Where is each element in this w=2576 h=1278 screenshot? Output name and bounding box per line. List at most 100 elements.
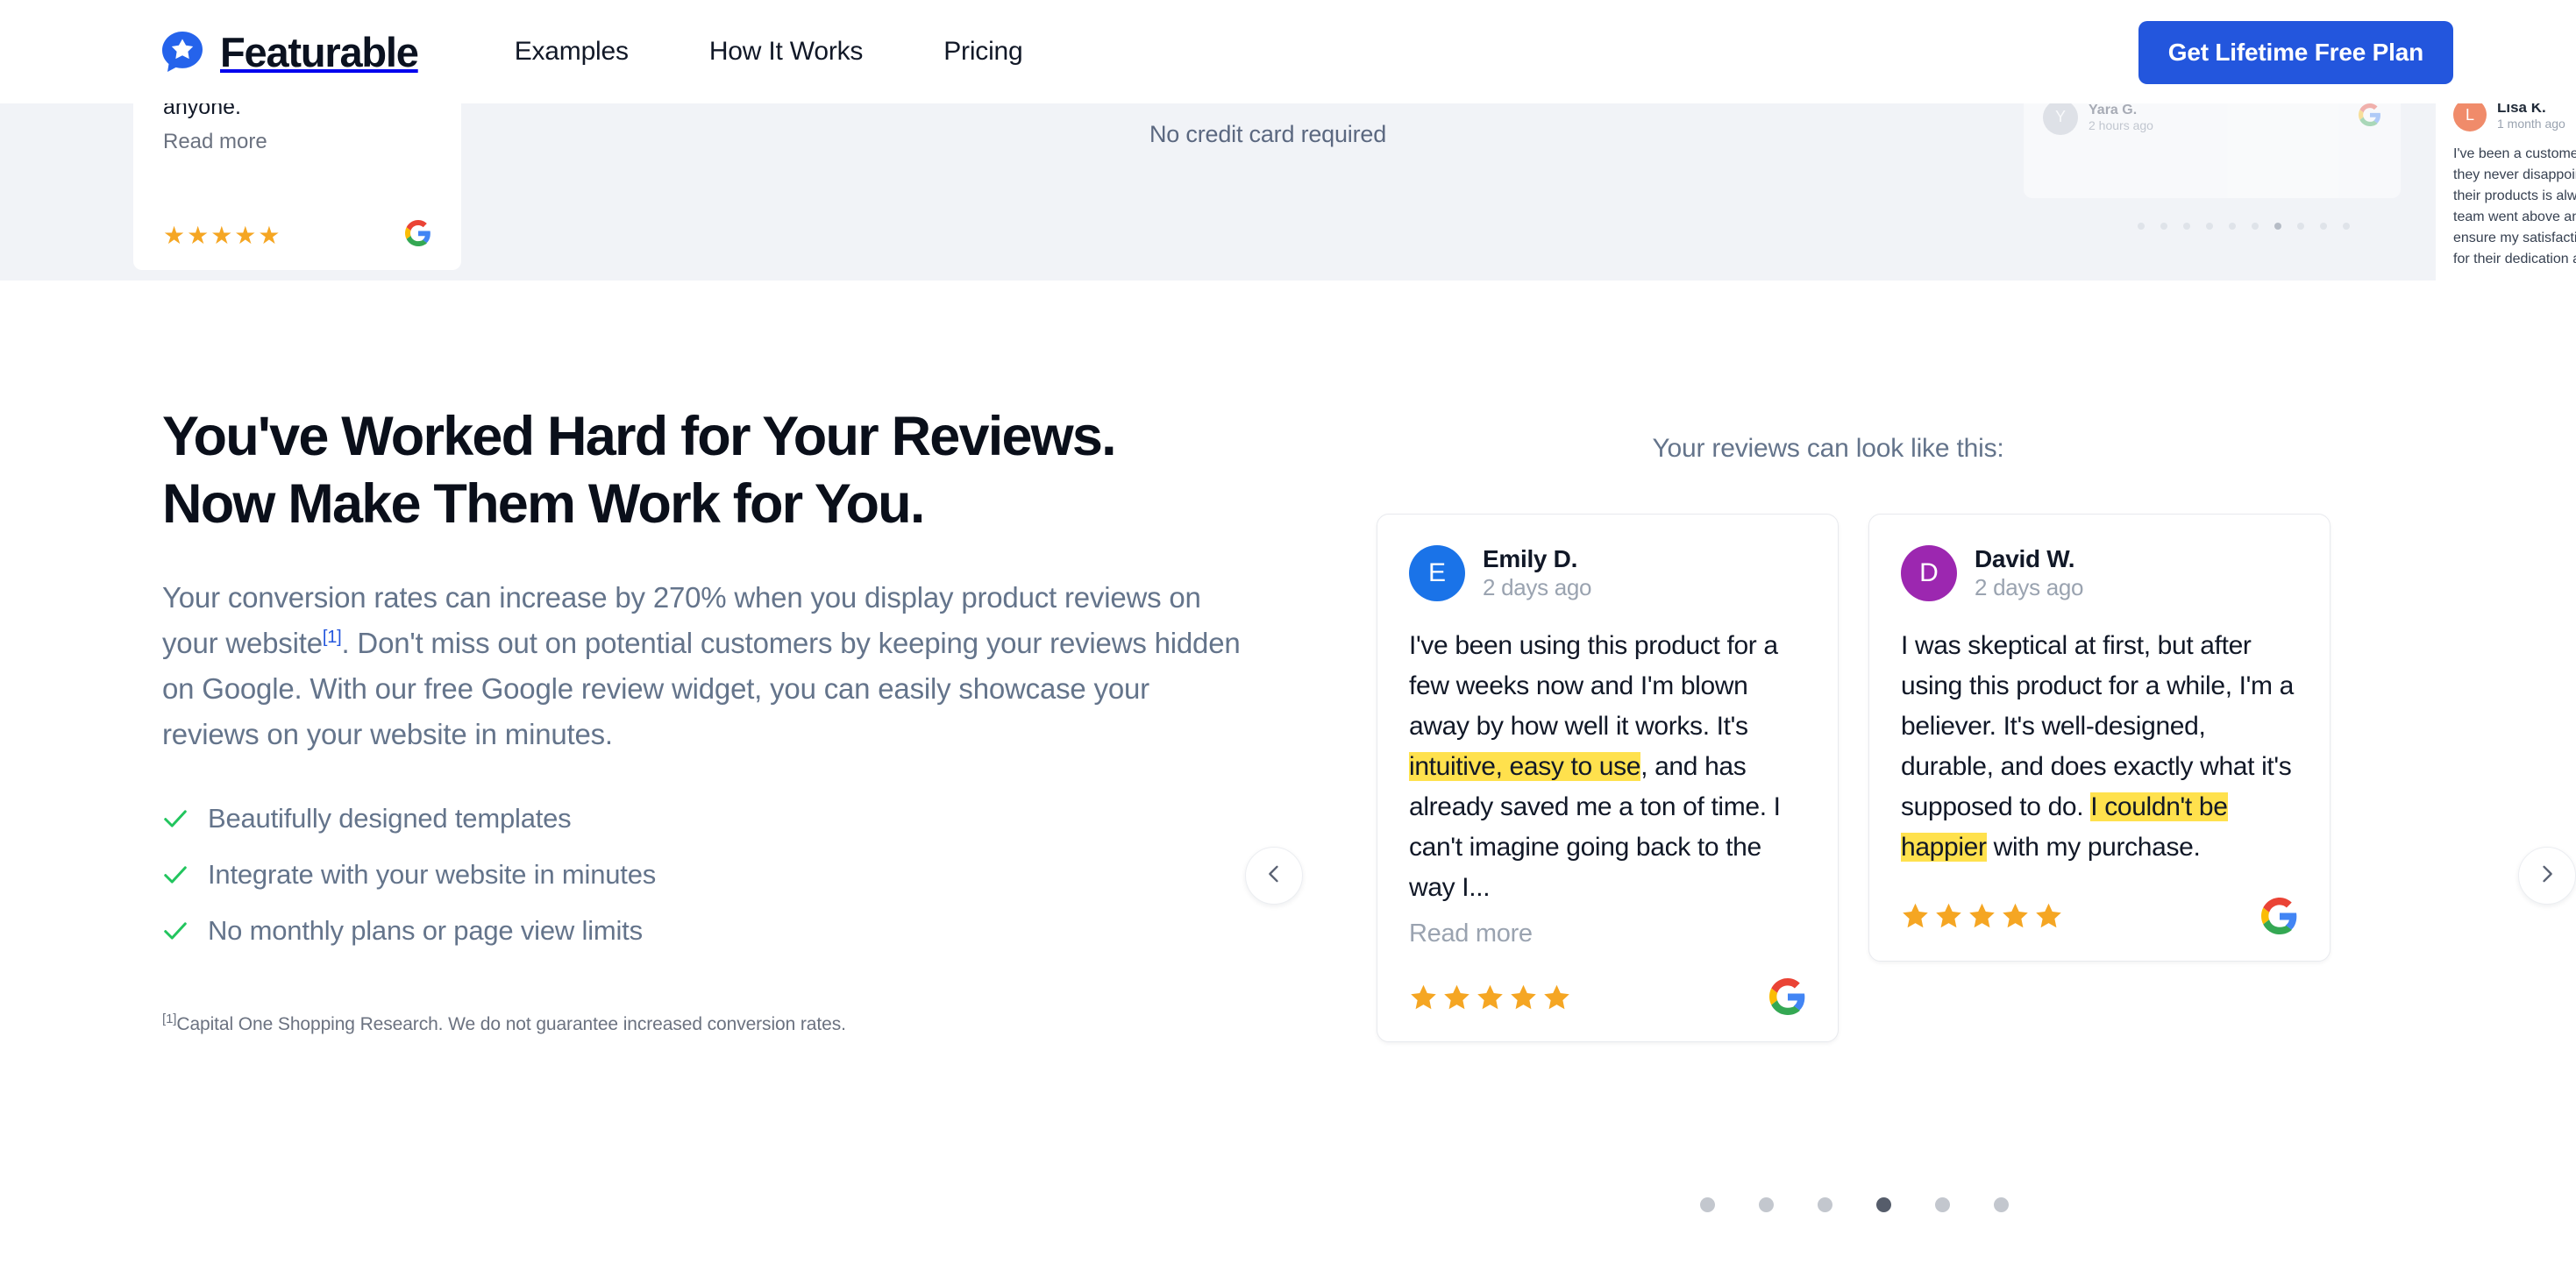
google-g-icon bbox=[2261, 897, 2298, 934]
banner-widget-card-two-author: L Lisa K. 1 month ago bbox=[2453, 103, 2576, 131]
footnote: [1]Capital One Shopping Research. We do … bbox=[162, 1012, 1276, 1035]
review-timestamp: 2 days ago bbox=[1975, 574, 2084, 601]
star-icon bbox=[1542, 983, 1571, 1012]
feature-label: Beautifully designed templates bbox=[208, 803, 572, 834]
feature-label: No monthly plans or page view limits bbox=[208, 915, 643, 947]
banner-widget-dots bbox=[2138, 223, 2350, 230]
chevron-right-icon bbox=[2535, 862, 2559, 891]
review-footer bbox=[1901, 868, 2298, 934]
carousel-dot[interactable] bbox=[1759, 1197, 1774, 1212]
chevron-left-icon bbox=[1262, 862, 1286, 891]
review-author-name: David W. bbox=[1975, 545, 2075, 572]
star-icon bbox=[1409, 983, 1438, 1012]
google-g-icon bbox=[405, 220, 431, 251]
star-rating bbox=[1901, 901, 2063, 930]
carousel-next-button[interactable] bbox=[2518, 847, 2576, 905]
banner-widget-card-one-time: 2 hours ago bbox=[2089, 117, 2153, 132]
review-card: E Emily D. 2 days ago I've been using th… bbox=[1377, 514, 1839, 1043]
review-timestamp: 2 days ago bbox=[1483, 574, 1592, 601]
speech-bubble-star-icon bbox=[160, 30, 204, 74]
nav-link-pricing[interactable]: Pricing bbox=[943, 37, 1023, 67]
banner-widget-preview: and a team that goes the extra mile to e… bbox=[2024, 103, 2576, 280]
review-author: D David W. 2 days ago bbox=[1901, 544, 2298, 601]
footnote-text: Capital One Shopping Research. We do not… bbox=[176, 1014, 846, 1035]
banner-card-text-tail: anyone. bbox=[163, 103, 241, 119]
review-cards-row: E Emily D. 2 days ago I've been using th… bbox=[1377, 514, 2437, 1043]
carousel-dot[interactable] bbox=[1935, 1197, 1950, 1212]
banner-card-stars: ★★★★★ bbox=[163, 221, 282, 249]
page-root: Featurable Examples How It Works Pricing… bbox=[0, 0, 2576, 1278]
carousel-dot-active[interactable] bbox=[1876, 1197, 1891, 1212]
nav-link-how-it-works[interactable]: How It Works bbox=[709, 37, 864, 67]
carousel-dot[interactable] bbox=[1818, 1197, 1832, 1212]
headline-line-1: You've Worked Hard for Your Reviews. bbox=[162, 406, 1117, 467]
review-highlight: intuitive, easy to use bbox=[1409, 751, 1641, 781]
review-body: I was skeptical at first, but after usin… bbox=[1901, 626, 2298, 867]
banner-widget-dot[interactable] bbox=[2206, 223, 2213, 230]
banner-widget-card-one-name: Yara G. bbox=[2089, 103, 2138, 117]
star-icon bbox=[1509, 983, 1538, 1012]
header-cta-wrap: Get Lifetime Free Plan bbox=[2138, 21, 2453, 84]
carousel-dots bbox=[1377, 1197, 2332, 1212]
reviews-column: Your reviews can look like this: E Emily… bbox=[1245, 280, 2576, 1212]
banner-widget-card-one: and a team that goes the extra mile to e… bbox=[2024, 103, 2401, 198]
banner-widget-dot[interactable] bbox=[2297, 223, 2304, 230]
star-icon bbox=[2034, 901, 2063, 930]
banner-widget-dot[interactable] bbox=[2343, 223, 2350, 230]
review-author-name: Emily D. bbox=[1483, 545, 1578, 572]
banner-card-read-more[interactable]: Read more bbox=[163, 130, 431, 154]
site-header: Featurable Examples How It Works Pricing… bbox=[0, 0, 2576, 103]
banner-widget-card-two-name: Lisa K. bbox=[2497, 103, 2546, 116]
banner-widget-dot[interactable] bbox=[2160, 223, 2167, 230]
banner-widget-dot[interactable] bbox=[2229, 223, 2236, 230]
review-card: D David W. 2 days ago I was skeptical at… bbox=[1868, 514, 2330, 962]
review-body-post: with my purchase. bbox=[1986, 832, 2201, 862]
check-icon bbox=[162, 918, 189, 944]
banner-widget-card-two: L Lisa K. 1 month ago I've been a custom… bbox=[2436, 103, 2576, 280]
check-icon bbox=[162, 806, 189, 832]
star-icon bbox=[1934, 901, 1963, 930]
value-prop-column: You've Worked Hard for Your Reviews. Now… bbox=[162, 403, 1276, 1035]
star-icon bbox=[1901, 901, 1930, 930]
review-footer bbox=[1409, 948, 1806, 1016]
banner-widget-dot-active[interactable] bbox=[2274, 223, 2281, 230]
carousel-dot[interactable] bbox=[1994, 1197, 2009, 1212]
hero-bottom-banner: anyone. Read more ★★★★★ No credit card r… bbox=[0, 103, 2576, 280]
feature-list: Beautifully designed templates Integrate… bbox=[162, 803, 1276, 947]
banner-widget-dot[interactable] bbox=[2183, 223, 2190, 230]
check-icon bbox=[162, 862, 189, 888]
review-body-pre: I've been using this product for a few w… bbox=[1409, 631, 1778, 741]
banner-widget-dot[interactable] bbox=[2320, 223, 2327, 230]
google-g-icon bbox=[1769, 978, 1806, 1016]
google-g-icon bbox=[2359, 103, 2381, 131]
banner-widget-card-two-text: I've been a customer for years, and they… bbox=[2453, 146, 2576, 266]
star-rating bbox=[1409, 983, 1571, 1012]
page-title: You've Worked Hard for Your Reviews. Now… bbox=[162, 403, 1276, 538]
main-nav: Examples How It Works Pricing bbox=[515, 37, 1023, 67]
footnote-marker: [1] bbox=[162, 1012, 177, 1027]
avatar: Y bbox=[2043, 103, 2078, 135]
review-read-more[interactable]: Read more bbox=[1409, 919, 1806, 948]
avatar: L bbox=[2453, 103, 2487, 131]
star-icon bbox=[1968, 901, 1996, 930]
banner-widget-dot[interactable] bbox=[2252, 223, 2259, 230]
reviews-carousel: E Emily D. 2 days ago I've been using th… bbox=[1245, 514, 2576, 1212]
lede-paragraph: Your conversion rates can increase by 27… bbox=[162, 575, 1254, 758]
headline-line-2: Now Make Them Work for You. bbox=[162, 472, 925, 535]
star-icon bbox=[1476, 983, 1505, 1012]
banner-widget-dot[interactable] bbox=[2138, 223, 2145, 230]
carousel-prev-button[interactable] bbox=[1245, 847, 1303, 905]
banner-widget-card-two-time: 1 month ago bbox=[2497, 117, 2565, 131]
get-lifetime-free-plan-button[interactable]: Get Lifetime Free Plan bbox=[2138, 21, 2453, 84]
footnote-ref-link[interactable]: [1] bbox=[323, 628, 342, 647]
brand-logo-link[interactable]: Featurable bbox=[160, 28, 419, 75]
banner-widget-card-one-footer: Y Yara G. 2 hours ago bbox=[2043, 103, 2381, 135]
nav-link-examples[interactable]: Examples bbox=[515, 37, 629, 67]
banner-review-card-partial: anyone. Read more ★★★★★ bbox=[133, 103, 461, 270]
carousel-dot[interactable] bbox=[1700, 1197, 1715, 1212]
brand-name: Featurable bbox=[220, 28, 419, 75]
no-credit-card-note: No credit card required bbox=[1149, 121, 1387, 147]
avatar: E bbox=[1409, 544, 1465, 601]
list-item: Beautifully designed templates bbox=[162, 803, 1276, 834]
list-item: Integrate with your website in minutes bbox=[162, 859, 1276, 891]
